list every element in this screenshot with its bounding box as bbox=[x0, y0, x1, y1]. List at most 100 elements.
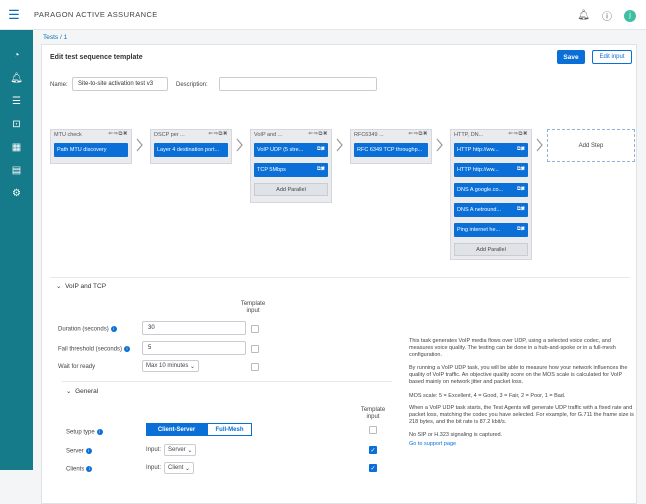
step-mtu-check[interactable]: MTU check ⇐⇒⧉✖ Path MTU discovery bbox=[50, 129, 132, 164]
task-card-label: DNS A netround... bbox=[457, 207, 502, 213]
side-nav: ◔ 🔔︎ ☰ ⊡ ▦ ▤ ⚙ bbox=[0, 30, 33, 470]
avatar[interactable]: j bbox=[624, 9, 636, 22]
card-controls-icon[interactable]: ⧉✖ bbox=[517, 186, 525, 193]
name-label: Name: bbox=[50, 82, 68, 88]
step-controls-icon[interactable]: ⇐⇒⧉✖ bbox=[208, 131, 228, 138]
help-icon[interactable]: ⓘ bbox=[602, 8, 612, 23]
support-link[interactable]: Go to support page bbox=[409, 441, 634, 448]
chevron-down-icon: ⌄ bbox=[185, 465, 191, 472]
voip-section-toggle[interactable]: ⌄ VoIP and TCP bbox=[56, 282, 106, 290]
template-input-checkbox[interactable] bbox=[251, 325, 259, 333]
task-card-label: VoIP UDP (5 stre... bbox=[257, 147, 304, 153]
step-dscp[interactable]: DSCP per ... ⇐⇒⧉✖ Layer 4 destination por… bbox=[150, 129, 232, 164]
server-select[interactable]: Input: Server ⌄ bbox=[146, 444, 197, 456]
client-server-option[interactable]: Client-Server bbox=[146, 423, 207, 436]
field-label: Fail threshold (seconds) i bbox=[58, 346, 131, 353]
wait-for-ready-select[interactable]: Max 10 minutes ⌄ bbox=[142, 360, 200, 372]
info-icon[interactable]: i bbox=[96, 429, 103, 435]
description-paragraph: When a VoIP UDP task starts, the Test Ag… bbox=[409, 405, 634, 426]
card-controls-icon[interactable]: ⧉✖ bbox=[517, 226, 525, 233]
step-voip-tcp[interactable]: VoIP and ... ⇐⇒⧉✖ VoIP UDP (5 stre... ⧉✖ T… bbox=[250, 129, 332, 203]
task-card[interactable]: HTTP http://ww... ⧉✖ bbox=[454, 143, 528, 157]
template-input-header: Template input bbox=[360, 407, 386, 420]
template-input-checkbox[interactable] bbox=[251, 363, 259, 371]
task-card[interactable]: VoIP UDP (5 stre... ⧉✖ bbox=[254, 143, 328, 157]
fail-threshold-field[interactable]: 5 bbox=[142, 341, 246, 355]
list-icon[interactable]: ☰ bbox=[0, 90, 33, 113]
section-title: General bbox=[75, 388, 99, 395]
arrow-icon bbox=[436, 138, 443, 152]
info-icon[interactable]: i bbox=[85, 448, 92, 454]
task-card[interactable]: TCP 5Mbps ⧉✖ bbox=[254, 163, 328, 177]
card-controls-icon[interactable]: ⧉✖ bbox=[517, 206, 525, 213]
card-controls-icon[interactable]: ⧉✖ bbox=[517, 146, 525, 153]
task-card[interactable]: HTTP http://ww... ⧉✖ bbox=[454, 163, 528, 177]
step-title: DSCP per ... bbox=[154, 132, 185, 138]
step-controls-icon[interactable]: ⇐⇒⧉✖ bbox=[308, 131, 328, 138]
edit-input-button[interactable]: Edit input bbox=[592, 50, 632, 64]
add-parallel-button[interactable]: Add Parallel bbox=[454, 243, 528, 256]
field-label: Server i bbox=[66, 448, 92, 455]
name-field[interactable]: Site-to-site activation test v3 bbox=[72, 77, 168, 91]
description-field[interactable] bbox=[219, 77, 377, 91]
menu-icon[interactable]: ☰ bbox=[0, 7, 28, 23]
step-controls-icon[interactable]: ⇐⇒⧉✖ bbox=[108, 131, 128, 138]
task-card-label: Ping internet he... bbox=[457, 227, 501, 233]
template-input-header: Template input bbox=[240, 301, 266, 314]
add-step-button[interactable]: Add Step bbox=[547, 129, 635, 162]
template-input-checkbox[interactable] bbox=[251, 345, 259, 353]
divider bbox=[50, 277, 630, 278]
info-icon[interactable]: i bbox=[110, 326, 117, 332]
page-title: Edit test sequence template bbox=[50, 54, 143, 61]
chevron-down-icon: ⌄ bbox=[190, 363, 196, 370]
task-card[interactable]: Ping internet he... ⧉✖ bbox=[454, 223, 528, 237]
add-parallel-button[interactable]: Add Parallel bbox=[254, 183, 328, 196]
bell-icon[interactable]: 🔔︎ bbox=[577, 10, 590, 21]
info-icon[interactable]: i bbox=[86, 466, 93, 472]
step-http-dns[interactable]: HTTP, DN... ⇐⇒⧉✖ HTTP http://ww... ⧉✖ HTTP… bbox=[450, 129, 532, 260]
template-input-checkbox[interactable]: ✓ bbox=[369, 446, 377, 454]
task-card-label: Layer 4 destination port... bbox=[157, 147, 220, 153]
card-controls-icon[interactable]: ⧉✖ bbox=[317, 166, 325, 173]
settings-icon[interactable]: ⚙ bbox=[0, 182, 33, 205]
clients-select[interactable]: Input: Client ⌄ bbox=[146, 462, 195, 474]
task-card[interactable]: RFC 6349 TCP throughp... bbox=[354, 143, 428, 157]
task-card[interactable]: Layer 4 destination port... bbox=[154, 143, 228, 157]
arrow-icon bbox=[336, 138, 343, 152]
description-paragraph: By running a VoIP UDP task, you will be … bbox=[409, 365, 628, 386]
duration-field[interactable]: 30 bbox=[142, 321, 246, 335]
card-controls-icon[interactable]: ⧉✖ bbox=[317, 146, 325, 153]
chevron-down-icon: ⌄ bbox=[56, 283, 62, 290]
task-card-label: RFC 6349 TCP throughp... bbox=[357, 147, 423, 153]
arrow-icon bbox=[236, 138, 243, 152]
tests-icon[interactable]: ⊡ bbox=[0, 113, 33, 136]
step-rfc6349[interactable]: RFC6349 ... ⇐⇒⧉✖ RFC 6349 TCP throughp... bbox=[350, 129, 432, 164]
info-icon[interactable]: i bbox=[124, 346, 131, 352]
step-controls-icon[interactable]: ⇐⇒⧉✖ bbox=[408, 131, 428, 138]
task-card[interactable]: DNS A google.co... ⧉✖ bbox=[454, 183, 528, 197]
app-brand: PARAGON ACTIVE ASSURANCE bbox=[34, 10, 158, 19]
task-card-label: Path MTU discovery bbox=[57, 147, 107, 153]
step-controls-icon[interactable]: ⇐⇒⧉✖ bbox=[508, 131, 528, 138]
card-controls-icon[interactable]: ⧉✖ bbox=[517, 166, 525, 173]
grid-icon[interactable]: ▦ bbox=[0, 136, 33, 159]
arrow-icon bbox=[136, 138, 143, 152]
task-card[interactable]: DNS A netround... ⧉✖ bbox=[454, 203, 528, 217]
dashboard-icon[interactable]: ◔ bbox=[0, 44, 33, 67]
step-title: MTU check bbox=[54, 132, 82, 138]
task-card-label: TCP 5Mbps bbox=[257, 167, 286, 173]
save-button[interactable]: Save bbox=[557, 50, 585, 64]
step-title: VoIP and ... bbox=[254, 132, 283, 138]
reports-icon[interactable]: ▤ bbox=[0, 159, 33, 182]
task-card-label: DNS A google.co... bbox=[457, 187, 504, 193]
breadcrumb[interactable]: Tests / 1 bbox=[43, 34, 67, 41]
full-mesh-option[interactable]: Full-Mesh bbox=[207, 423, 252, 436]
chevron-down-icon: ⌄ bbox=[187, 447, 193, 454]
template-input-checkbox[interactable] bbox=[369, 426, 377, 434]
description-paragraph: This task generates VoIP media flows ove… bbox=[409, 338, 616, 359]
template-input-checkbox[interactable]: ✓ bbox=[369, 464, 377, 472]
alert-icon[interactable]: 🔔︎ bbox=[0, 67, 33, 90]
general-section-toggle[interactable]: ⌄ General bbox=[66, 387, 98, 395]
task-card[interactable]: Path MTU discovery bbox=[54, 143, 128, 157]
main-area: Tests / 1 Edit test sequence template Sa… bbox=[33, 30, 646, 504]
